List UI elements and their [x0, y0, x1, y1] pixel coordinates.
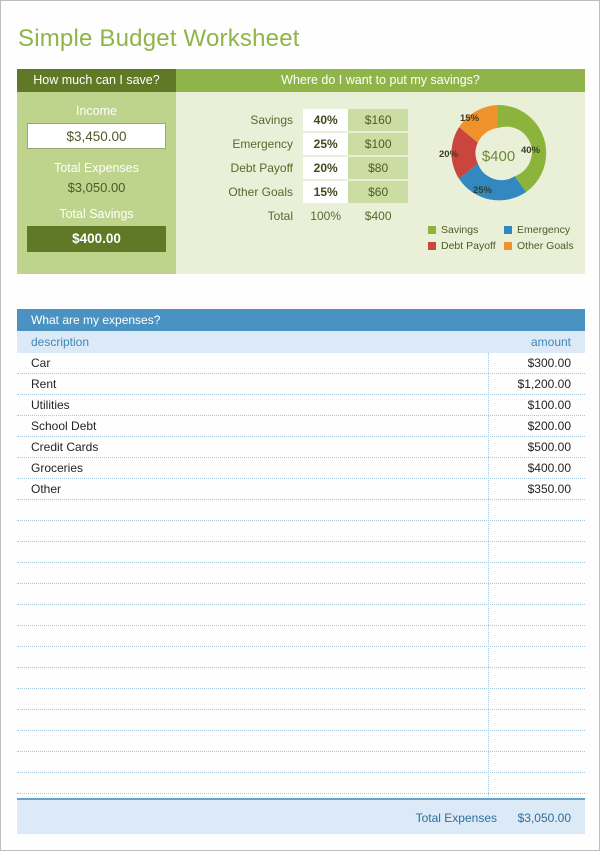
total-savings-value: $400.00: [27, 226, 166, 252]
allocation-amount: $160: [348, 109, 408, 131]
column-header-description: description: [31, 335, 90, 349]
allocation-name: Savings: [250, 113, 294, 127]
chart-legend: Savings Emergency Debt Payoff Other Goal…: [428, 224, 580, 252]
allocation-panel-header: Where do I want to put my savings?: [176, 69, 585, 92]
page-title: Simple Budget Worksheet: [18, 25, 300, 52]
summary-section: How much can I save? Income Total Expens…: [17, 69, 585, 274]
legend-swatch-icon: [428, 242, 436, 250]
expenses-header: What are my expenses?: [17, 309, 585, 331]
table-row[interactable]: Other $350.00: [17, 479, 585, 500]
legend-label: Emergency: [517, 224, 571, 236]
allocation-percent[interactable]: 40%: [303, 109, 349, 131]
allocation-table: Savings 40% $160 Emergency 25% $100 Debt…: [196, 107, 408, 229]
expense-amount[interactable]: $100.00: [528, 398, 571, 412]
table-row[interactable]: [17, 731, 585, 752]
allocation-name: Emergency: [232, 137, 294, 151]
total-expenses-footer-label: Total Expenses: [415, 811, 497, 825]
allocation-total-amount: $400: [364, 209, 392, 223]
table-row[interactable]: Car $300.00: [17, 353, 585, 374]
table-row[interactable]: [17, 647, 585, 668]
table-row[interactable]: [17, 689, 585, 710]
table-row[interactable]: [17, 773, 585, 794]
savings-panel: How much can I save? Income Total Expens…: [17, 69, 176, 274]
table-row[interactable]: [17, 710, 585, 731]
legend-swatch-icon: [504, 242, 512, 250]
allocation-percent[interactable]: 15%: [303, 181, 349, 203]
donut-label-other-goals: 15%: [460, 113, 480, 124]
table-row[interactable]: School Debt $200.00: [17, 416, 585, 437]
table-row[interactable]: Groceries $400.00: [17, 458, 585, 479]
table-row[interactable]: Utilities $100.00: [17, 395, 585, 416]
allocation-name: Debt Payoff: [230, 161, 294, 175]
allocation-amount: $60: [348, 181, 408, 203]
savings-donut-chart: 40% 25% 20% 15% $400: [421, 97, 576, 212]
expenses-section: What are my expenses? description amount…: [17, 309, 585, 834]
allocation-percent[interactable]: 20%: [303, 157, 349, 179]
table-row[interactable]: Savings 40% $160: [196, 109, 408, 131]
expense-amount[interactable]: $300.00: [528, 356, 571, 370]
table-row[interactable]: [17, 626, 585, 647]
allocation-panel: Where do I want to put my savings? Savin…: [176, 69, 585, 274]
allocation-total-row: Total 100% $400: [196, 205, 408, 227]
table-row[interactable]: [17, 563, 585, 584]
donut-label-emergency: 25%: [473, 185, 493, 196]
table-row[interactable]: [17, 605, 585, 626]
allocation-amount: $100: [348, 133, 408, 155]
expense-description[interactable]: Car: [31, 356, 50, 370]
expense-description[interactable]: Other: [31, 482, 61, 496]
table-row[interactable]: Other Goals 15% $60: [196, 181, 408, 203]
allocation-name: Other Goals: [228, 185, 294, 199]
expense-description[interactable]: Rent: [31, 377, 56, 391]
table-row[interactable]: Credit Cards $500.00: [17, 437, 585, 458]
legend-label: Other Goals: [517, 240, 574, 252]
legend-swatch-icon: [428, 226, 436, 234]
total-savings-label: Total Savings: [59, 207, 134, 221]
legend-label: Savings: [441, 224, 479, 236]
table-row[interactable]: [17, 542, 585, 563]
allocation-amount: $80: [348, 157, 408, 179]
expense-description[interactable]: School Debt: [31, 419, 96, 433]
table-row[interactable]: [17, 668, 585, 689]
total-expenses-footer-value: $3,050.00: [517, 811, 571, 825]
allocation-total-label: Total: [267, 209, 294, 223]
total-expenses-value: $3,050.00: [67, 180, 126, 195]
table-row[interactable]: [17, 584, 585, 605]
legend-label: Debt Payoff: [441, 240, 496, 252]
legend-swatch-icon: [504, 226, 512, 234]
expenses-footer: Total Expenses $3,050.00: [17, 798, 585, 834]
savings-panel-header: How much can I save?: [17, 69, 176, 92]
expense-amount[interactable]: $350.00: [528, 482, 571, 496]
column-header-amount: amount: [530, 335, 571, 349]
expense-description[interactable]: Groceries: [31, 461, 83, 475]
expense-amount[interactable]: $200.00: [528, 419, 571, 433]
table-row[interactable]: Debt Payoff 20% $80: [196, 157, 408, 179]
expense-description[interactable]: Utilities: [31, 398, 70, 412]
legend-item-savings: Savings: [428, 224, 504, 236]
expenses-column-headers: description amount: [17, 331, 585, 353]
income-label: Income: [76, 104, 117, 118]
table-row[interactable]: [17, 500, 585, 521]
income-input[interactable]: [27, 123, 166, 149]
expense-amount[interactable]: $1,200.00: [518, 377, 571, 391]
expense-description[interactable]: Credit Cards: [31, 440, 98, 454]
expenses-rows: Car $300.00 Rent $1,200.00 Utilities $100.00 S…: [17, 353, 585, 815]
allocation-total-percent: 100%: [310, 209, 341, 223]
legend-item-emergency: Emergency: [504, 224, 580, 236]
table-row[interactable]: [17, 752, 585, 773]
table-row[interactable]: [17, 521, 585, 542]
expense-amount[interactable]: $400.00: [528, 461, 571, 475]
allocation-percent[interactable]: 25%: [303, 133, 349, 155]
table-row[interactable]: Rent $1,200.00: [17, 374, 585, 395]
expense-amount[interactable]: $500.00: [528, 440, 571, 454]
table-row[interactable]: Emergency 25% $100: [196, 133, 408, 155]
legend-item-other-goals: Other Goals: [504, 240, 580, 252]
legend-item-debt-payoff: Debt Payoff: [428, 240, 504, 252]
donut-center-total: $400: [481, 148, 516, 165]
worksheet-page: Simple Budget Worksheet How much can I s…: [0, 0, 600, 851]
total-expenses-label: Total Expenses: [54, 161, 139, 175]
